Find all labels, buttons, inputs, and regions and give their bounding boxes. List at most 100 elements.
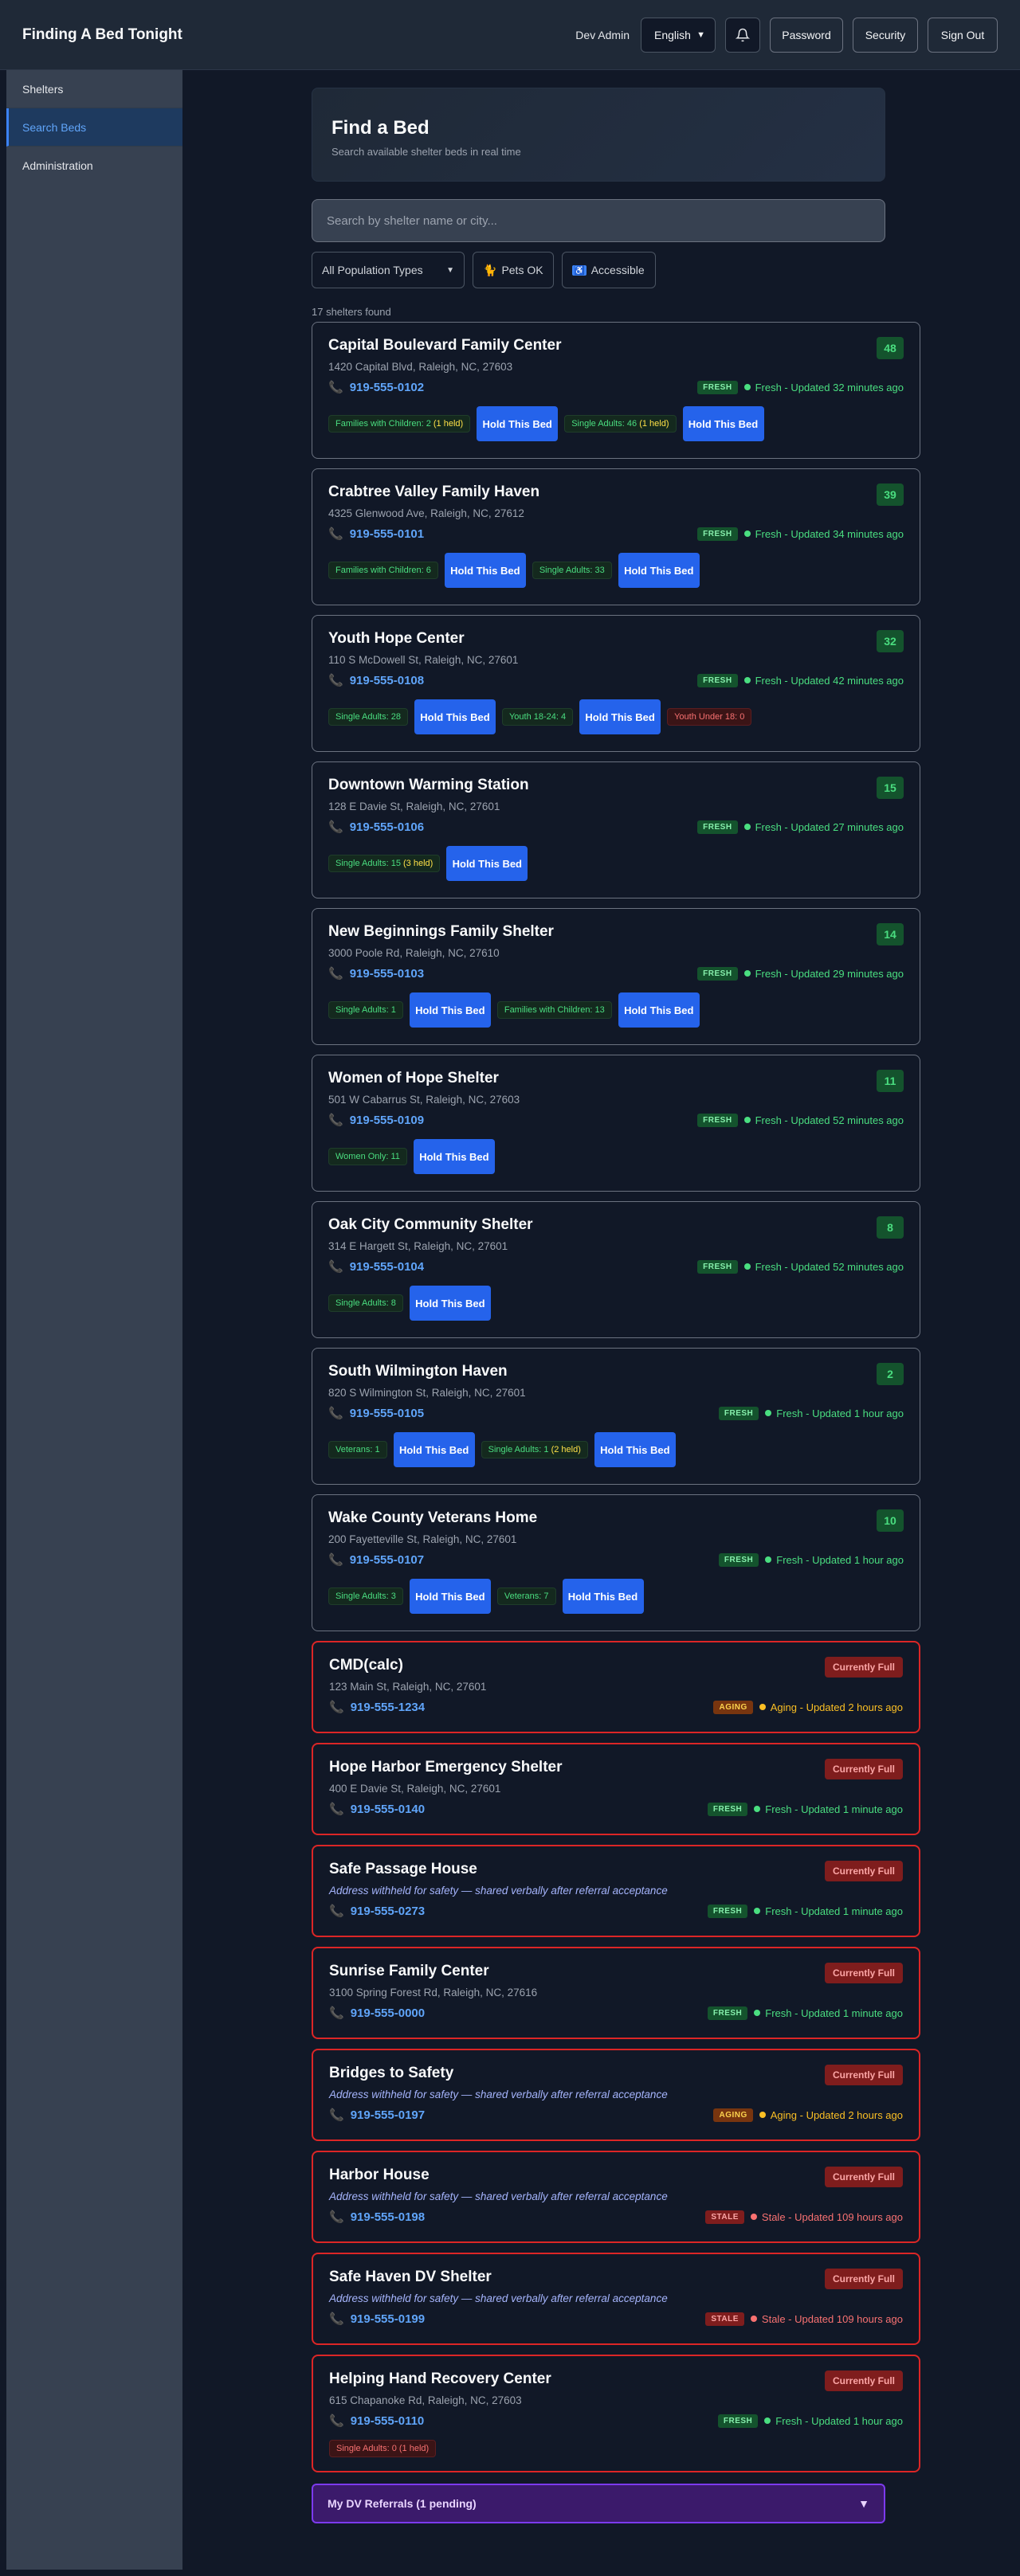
hold-bed-button[interactable]: Hold This Bed (393, 1432, 475, 1467)
search-input[interactable]: Search by shelter name or city... (312, 199, 885, 242)
updated-status: Stale - Updated 109 hours ago (750, 2313, 903, 2325)
currently-full-badge: Currently Full (824, 1657, 903, 1678)
phone-link[interactable]: 📞 919-555-0273 (329, 1904, 425, 1919)
shelter-card-full[interactable]: Bridges to Safety Currently Full Address… (312, 2049, 920, 2141)
shelter-card[interactable]: South Wilmington Haven 2 820 S Wilmingto… (312, 1348, 920, 1485)
phone-link[interactable]: 📞 919-555-0198 (329, 2210, 425, 2225)
hold-bed-button[interactable]: Hold This Bed (409, 1286, 491, 1321)
bed-availability-chip: Single Adults: 28 (328, 708, 408, 726)
accessible-toggle[interactable]: ♿ Accessible (562, 252, 656, 288)
phone-link[interactable]: 📞 919-555-0199 (329, 2312, 425, 2327)
phone-icon: 📞 (329, 1905, 344, 1918)
shelter-card[interactable]: New Beginnings Family Shelter 14 3000 Po… (312, 908, 920, 1045)
hold-bed-button[interactable]: Hold This Bed (409, 1579, 491, 1614)
phone-icon: 📞 (328, 1553, 343, 1567)
shelter-card[interactable]: Crabtree Valley Family Haven 39 4325 Gle… (312, 468, 920, 605)
dv-referrals-toggle[interactable]: My DV Referrals (1 pending) ▼ (312, 2484, 885, 2523)
phone-link[interactable]: 📞 919-555-0106 (328, 820, 424, 835)
population-type-select[interactable]: All Population Types ▼ (312, 252, 465, 288)
shelter-name: Harbor House (329, 2167, 430, 2183)
language-select[interactable]: English ▼ (641, 17, 716, 53)
shelter-name: Helping Hand Recovery Center (329, 2370, 551, 2387)
phone-link[interactable]: 📞 919-555-0108 (328, 673, 424, 688)
bell-icon (736, 28, 750, 41)
hold-bed-button[interactable]: Hold This Bed (446, 846, 528, 881)
bed-availability-chip: Veterans: 1 (328, 1441, 387, 1458)
hold-bed-button[interactable]: Hold This Bed (594, 1432, 676, 1467)
shelter-name: South Wilmington Haven (328, 1363, 508, 1380)
hold-bed-button[interactable]: Hold This Bed (562, 1579, 644, 1614)
updated-status: Fresh - Updated 32 minutes ago (743, 382, 904, 393)
phone-link[interactable]: 📞 919-555-0101 (328, 527, 424, 542)
notifications-button[interactable] (725, 17, 760, 53)
shelter-name: Wake County Veterans Home (328, 1509, 538, 1526)
shelter-address: 400 E Davie St, Raleigh, NC, 27601 (329, 1783, 501, 1795)
phone-icon: 📞 (328, 820, 343, 834)
shelter-name: Sunrise Family Center (329, 1963, 489, 1979)
hold-bed-button[interactable]: Hold This Bed (444, 553, 526, 588)
hold-bed-button[interactable]: Hold This Bed (409, 992, 491, 1028)
shelter-card-full[interactable]: Safe Haven DV Shelter Currently Full Add… (312, 2253, 920, 2345)
phone-link[interactable]: 📞 919-555-0110 (329, 2414, 424, 2429)
shelter-card-full[interactable]: Helping Hand Recovery Center Currently F… (312, 2355, 920, 2472)
security-button[interactable]: Security (853, 17, 918, 53)
shelter-card[interactable]: Women of Hope Shelter 11 501 W Cabarrus … (312, 1055, 920, 1192)
hold-bed-button[interactable]: Hold This Bed (682, 406, 764, 441)
bed-availability-chip: Single Adults: 46 (1 held) (564, 415, 677, 433)
phone-link[interactable]: 📞 919-555-0140 (329, 1802, 425, 1817)
shelter-card[interactable]: Wake County Veterans Home 10 200 Fayette… (312, 1494, 920, 1631)
hold-bed-button[interactable]: Hold This Bed (414, 699, 496, 734)
pets-ok-toggle[interactable]: 🐈 Pets OK (473, 252, 554, 288)
phone-icon: 📞 (328, 1407, 343, 1420)
phone-icon: 📞 (329, 2312, 344, 2326)
shelter-name: Downtown Warming Station (328, 777, 529, 793)
results-count: 17 shelters found (312, 306, 391, 318)
shelter-address: 200 Fayetteville St, Raleigh, NC, 27601 (328, 1533, 517, 1545)
updated-status: Fresh - Updated 52 minutes ago (743, 1114, 904, 1126)
updated-status: Fresh - Updated 1 minute ago (754, 2007, 903, 2019)
phone-link[interactable]: 📞 919-555-0104 (328, 1259, 424, 1274)
password-button[interactable]: Password (770, 17, 843, 53)
shelter-name: Crabtree Valley Family Haven (328, 483, 540, 500)
sidebar-item-administration[interactable]: Administration (6, 147, 182, 185)
freshness-badge: FRESH (697, 1259, 738, 1274)
shelter-card-full[interactable]: Safe Passage House Currently Full Addres… (312, 1845, 920, 1937)
shelter-card-full[interactable]: Harbor House Currently Full Address with… (312, 2151, 920, 2243)
phone-link[interactable]: 📞 919-555-0107 (328, 1552, 424, 1568)
sign-out-button[interactable]: Sign Out (928, 17, 998, 53)
hold-bed-button[interactable]: Hold This Bed (618, 553, 700, 588)
hold-bed-button[interactable]: Hold This Bed (579, 699, 661, 734)
shelter-card[interactable]: Downtown Warming Station 15 128 E Davie … (312, 761, 920, 898)
shelter-card[interactable]: Oak City Community Shelter 8 314 E Harge… (312, 1201, 920, 1338)
bed-availability-chip: Families with Children: 2 (1 held) (328, 415, 471, 433)
hold-bed-button[interactable]: Hold This Bed (618, 992, 700, 1028)
shelter-card-full[interactable]: CMD(calc) Currently Full 123 Main St, Ra… (312, 1641, 920, 1733)
filter-bar: All Population Types ▼ 🐈 Pets OK ♿ Acces… (312, 252, 920, 288)
updated-status: Fresh - Updated 27 minutes ago (743, 821, 904, 833)
bed-availability-chip: Families with Children: 13 (496, 1001, 612, 1019)
shelter-card-full[interactable]: Hope Harbor Emergency Shelter Currently … (312, 1743, 920, 1835)
hold-bed-button[interactable]: Hold This Bed (477, 406, 559, 441)
updated-status: Fresh - Updated 34 minutes ago (743, 528, 904, 540)
sidebar-item-search-beds[interactable]: Search Beds (6, 108, 182, 147)
shelter-address: Address withheld for safety — shared ver… (329, 2089, 668, 2100)
bed-availability-chip: Single Adults: 3 (328, 1587, 403, 1605)
phone-link[interactable]: 📞 919-555-0000 (329, 2006, 425, 2021)
shelter-name: Safe Passage House (329, 1861, 477, 1877)
shelter-card[interactable]: Youth Hope Center 32 110 S McDowell St, … (312, 615, 920, 752)
shelter-card[interactable]: Capital Boulevard Family Center 48 1420 … (312, 322, 920, 459)
phone-link[interactable]: 📞 919-555-1234 (329, 1700, 425, 1715)
hold-bed-button[interactable]: Hold This Bed (413, 1139, 495, 1174)
freshness-badge: FRESH (718, 1552, 759, 1567)
phone-link[interactable]: 📞 919-555-0109 (328, 1113, 424, 1128)
available-count-badge: 11 (877, 1070, 904, 1092)
available-count-badge: 10 (877, 1509, 904, 1532)
phone-link[interactable]: 📞 919-555-0102 (328, 380, 424, 395)
shelter-address: Address withheld for safety — shared ver… (329, 2292, 668, 2304)
shelter-card-full[interactable]: Sunrise Family Center Currently Full 310… (312, 1947, 920, 2039)
phone-link[interactable]: 📞 919-555-0103 (328, 966, 424, 981)
sidebar-item-shelters[interactable]: Shelters (6, 70, 182, 108)
phone-link[interactable]: 📞 919-555-0197 (329, 2108, 425, 2123)
available-count-badge: 2 (877, 1363, 904, 1385)
phone-link[interactable]: 📞 919-555-0105 (328, 1406, 424, 1421)
